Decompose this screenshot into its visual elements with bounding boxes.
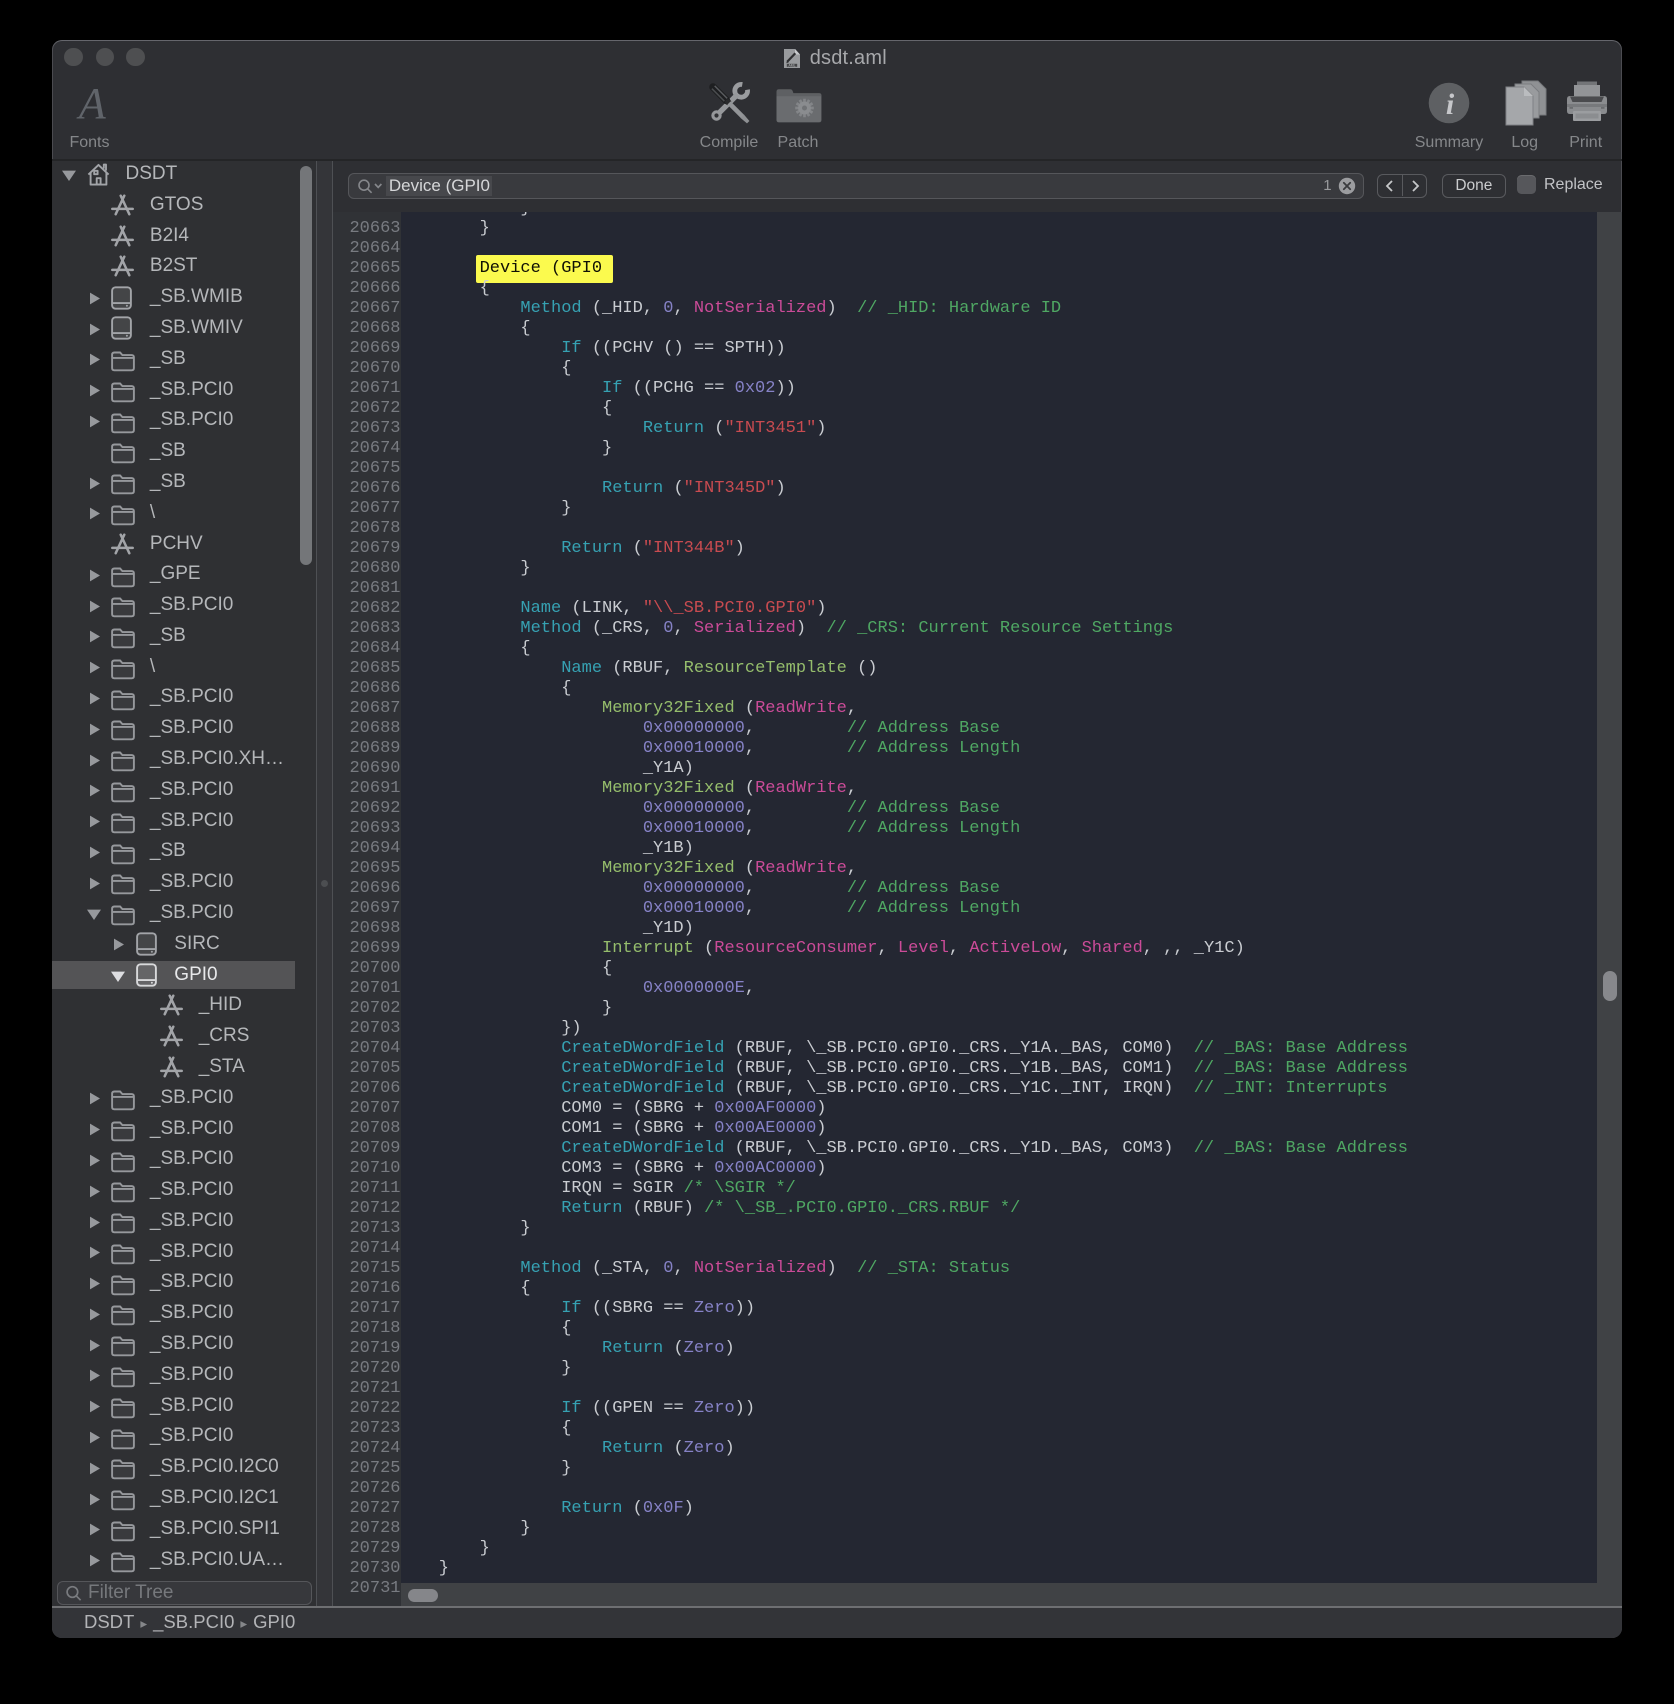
svg-text:AML: AML	[788, 63, 795, 67]
svg-text:i: i	[1446, 88, 1455, 121]
